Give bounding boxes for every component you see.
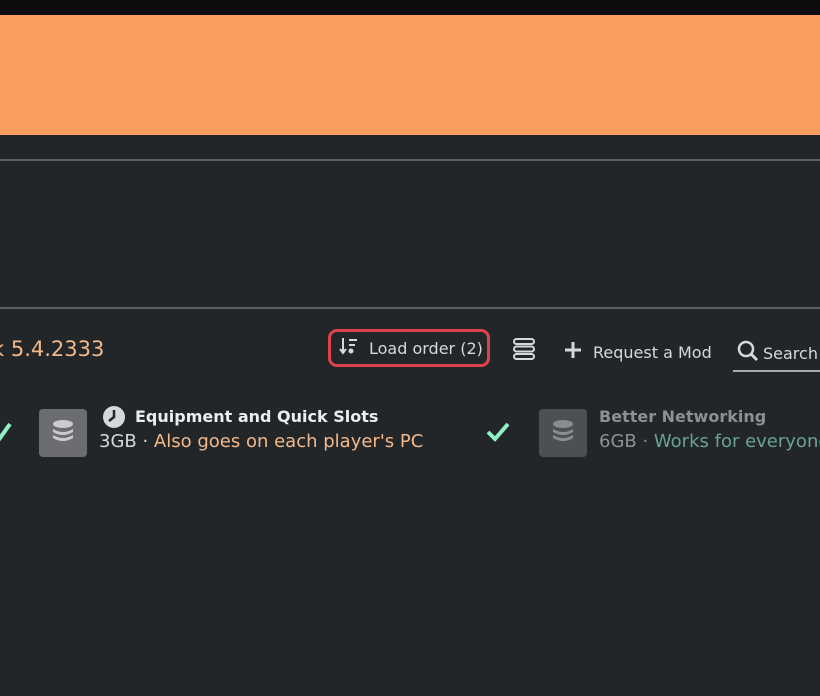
divider-top	[0, 159, 820, 161]
mod-subtitle: 3GB · Also goes on each player's PC	[99, 431, 423, 452]
enabled-check-icon[interactable]	[485, 421, 511, 447]
layers-icon	[549, 417, 577, 449]
mod-subtitle: 6GB · Works for everyone	[599, 431, 820, 452]
enabled-check-icon[interactable]	[0, 420, 12, 446]
mod-tile-networking[interactable]	[539, 409, 587, 457]
divider-bottom	[0, 307, 820, 309]
clock-icon	[101, 404, 127, 434]
layers-icon	[49, 417, 77, 449]
search-box[interactable]	[733, 336, 820, 372]
mod-size: 6GB	[599, 431, 637, 452]
plus-icon	[563, 340, 583, 364]
load-order-label: Load order (2)	[369, 338, 483, 358]
list-view-button[interactable]	[512, 338, 536, 364]
window-top-bar	[0, 0, 820, 15]
stack-menu-icon	[512, 337, 536, 365]
mod-separator: ·	[636, 431, 654, 452]
load-order-button[interactable]: Load order (2)	[328, 329, 490, 367]
search-icon	[737, 340, 759, 366]
sort-icon	[339, 336, 359, 360]
mod-separator: ·	[136, 431, 154, 452]
mod-size: 3GB	[99, 431, 137, 452]
mod-tile-equipment[interactable]	[39, 409, 87, 457]
search-input[interactable]	[763, 343, 820, 363]
mod-note: Works for everyone	[653, 431, 820, 452]
mod-note: Also goes on each player's PC	[153, 431, 424, 452]
request-mod-label: Request a Mod	[593, 342, 712, 362]
mod-title[interactable]: Better Networking	[599, 407, 766, 426]
request-mod-button[interactable]: Request a Mod	[563, 340, 712, 364]
orange-banner	[0, 15, 820, 135]
mod-title[interactable]: Equipment and Quick Slots	[135, 407, 378, 426]
version-label: k 5.4.2333	[0, 337, 105, 361]
